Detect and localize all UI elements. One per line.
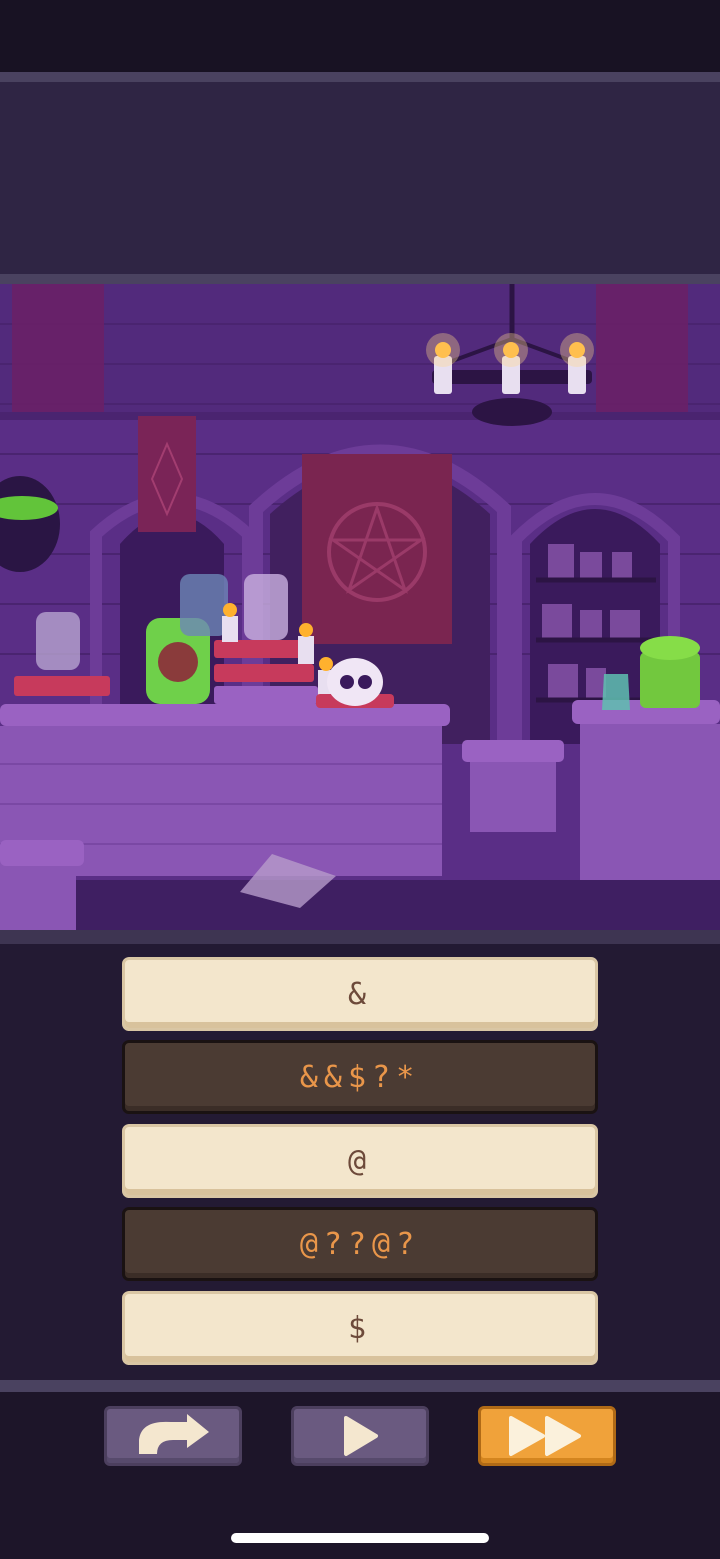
answer-option-text: &&$?* [299, 1059, 421, 1095]
fast-forward-button[interactable] [478, 1406, 616, 1466]
answer-option-text: & [347, 976, 373, 1012]
book-stack [14, 676, 110, 696]
answer-option-4[interactable]: @??@? [122, 1207, 598, 1281]
answer-option-text: @??@? [299, 1226, 421, 1262]
skull [327, 658, 383, 706]
header-panel [0, 72, 720, 284]
answer-option-3[interactable]: @ [122, 1124, 598, 1198]
jar [36, 612, 80, 670]
status-bar-area [0, 0, 720, 72]
curtain-left [12, 284, 104, 416]
bottom-divider [0, 1380, 720, 1392]
home-indicator[interactable] [231, 1533, 489, 1543]
answer-option-text: @ [347, 1143, 373, 1179]
play-button[interactable] [291, 1406, 429, 1466]
scene-illustration [0, 284, 720, 932]
scene-divider [0, 930, 720, 944]
fast-forward-icon [509, 1416, 581, 1456]
answer-option-1[interactable]: & [122, 957, 598, 1031]
stool [462, 740, 564, 762]
play-icon [344, 1416, 378, 1456]
answer-option-5[interactable]: $ [122, 1291, 598, 1365]
curtain-right [596, 284, 688, 416]
alchemy-lab-scene [0, 284, 720, 932]
green-box [640, 652, 700, 708]
curved-arrow-icon [139, 1414, 209, 1454]
answer-option-2[interactable]: &&$?* [122, 1040, 598, 1114]
answer-option-text: $ [347, 1310, 373, 1346]
undo-button[interactable] [104, 1406, 242, 1466]
pentagram-tapestry [302, 454, 452, 644]
